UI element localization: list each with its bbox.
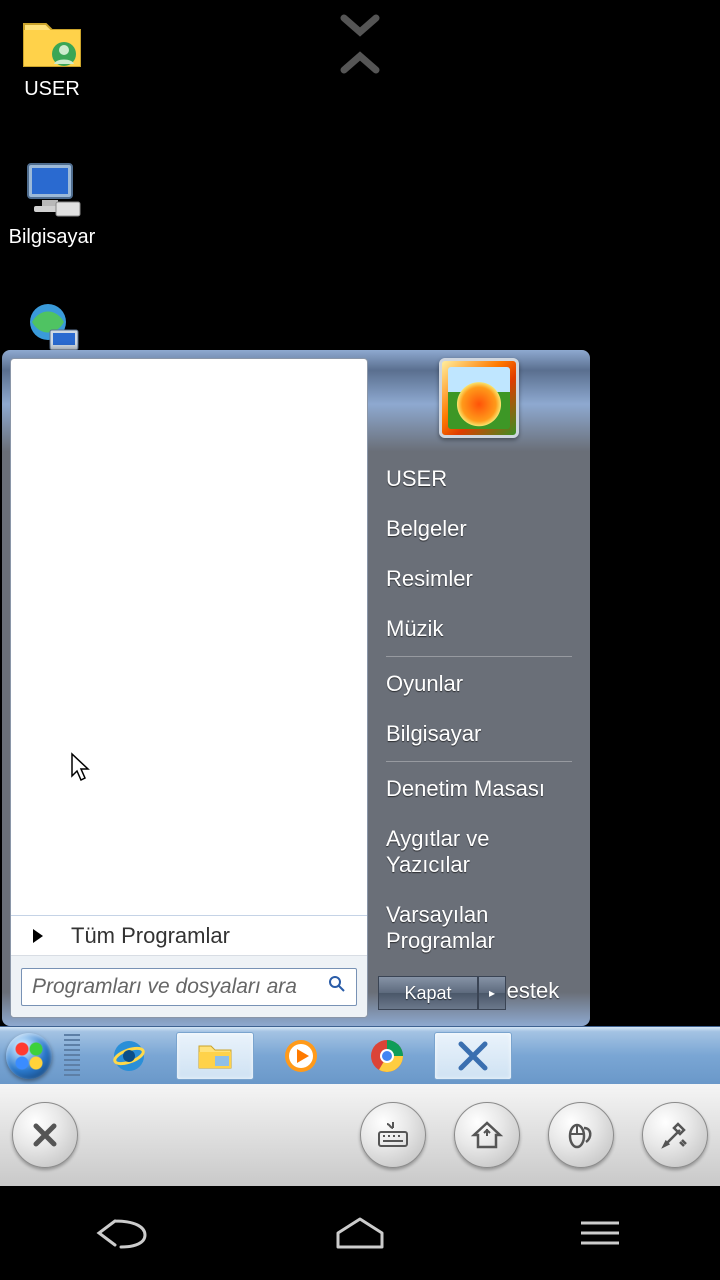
all-programs-button[interactable]: Tüm Programlar [11, 915, 367, 955]
all-programs-label: Tüm Programlar [71, 923, 230, 949]
user-avatar[interactable] [439, 358, 519, 438]
android-navigation-bar [0, 1186, 720, 1280]
start-menu-item-games[interactable]: Oyunlar [374, 659, 584, 709]
computer-icon [20, 158, 84, 222]
taskbar-item-x-app[interactable] [434, 1032, 512, 1080]
android-recent-button[interactable] [550, 1203, 650, 1263]
divider [386, 761, 572, 762]
shutdown-button[interactable]: Kapat [378, 976, 478, 1010]
search-placeholder: Programları ve dosyaları ara [32, 975, 297, 999]
media-player-icon [281, 1036, 321, 1076]
shutdown-options-button[interactable]: ▸ [478, 976, 506, 1010]
android-home-button[interactable] [310, 1203, 410, 1263]
search-input[interactable]: Programları ve dosyaları ara [21, 968, 357, 1006]
start-menu: Tüm Programlar Programları ve dosyaları … [2, 350, 590, 1026]
remote-home-button[interactable] [454, 1102, 520, 1168]
start-menu-right-pane: USER Belgeler Resimler Müzik Oyunlar Bil… [374, 350, 584, 1020]
desktop-icon-label: USER [2, 78, 102, 101]
start-menu-search-wrap: Programları ve dosyaları ara [11, 955, 367, 1017]
taskbar-item-media-player[interactable] [262, 1032, 340, 1080]
start-menu-programs-list[interactable] [11, 359, 367, 919]
shutdown-group: Kapat ▸ [378, 976, 506, 1010]
start-menu-item-control-panel[interactable]: Denetim Masası [374, 764, 584, 814]
remote-close-button[interactable] [12, 1102, 78, 1168]
start-menu-item-default-programs[interactable]: Varsayılan Programlar [374, 890, 584, 966]
taskbar-grip[interactable] [64, 1034, 80, 1078]
start-menu-item-devices[interactable]: Aygıtlar ve Yazıcılar [374, 814, 584, 890]
windows-orb-icon [6, 1033, 52, 1079]
chevron-right-icon [33, 929, 43, 943]
remote-settings-button[interactable] [642, 1102, 708, 1168]
remote-toolbar [0, 1084, 720, 1186]
search-icon [328, 975, 346, 999]
divider [386, 656, 572, 657]
android-back-button[interactable] [70, 1203, 170, 1263]
start-menu-item-documents[interactable]: Belgeler [374, 504, 584, 554]
google-chrome-icon [367, 1036, 407, 1076]
start-menu-item-pictures[interactable]: Resimler [374, 554, 584, 604]
taskbar-item-file-explorer[interactable] [176, 1032, 254, 1080]
x-app-icon [453, 1036, 493, 1076]
start-menu-item-computer[interactable]: Bilgisayar [374, 709, 584, 759]
start-menu-item-user[interactable]: USER [374, 454, 584, 504]
taskbar-item-internet-explorer[interactable] [90, 1032, 168, 1080]
internet-explorer-icon [109, 1036, 149, 1076]
start-menu-left-pane: Tüm Programlar Programları ve dosyaları … [10, 358, 368, 1018]
taskbar [0, 1026, 720, 1084]
remote-keyboard-button[interactable] [360, 1102, 426, 1168]
desktop-icon-label: Bilgisayar [2, 226, 102, 249]
remote-mouse-button[interactable] [548, 1102, 614, 1168]
desktop-icon-user[interactable]: USER [2, 10, 102, 101]
user-folder-icon [20, 10, 84, 74]
desktop-icon-computer[interactable]: Bilgisayar [2, 158, 102, 249]
collapse-handle[interactable] [340, 14, 380, 74]
start-menu-item-music[interactable]: Müzik [374, 604, 584, 654]
start-button[interactable] [0, 1027, 58, 1085]
file-explorer-icon [195, 1036, 235, 1076]
taskbar-item-google-chrome[interactable] [348, 1032, 426, 1080]
